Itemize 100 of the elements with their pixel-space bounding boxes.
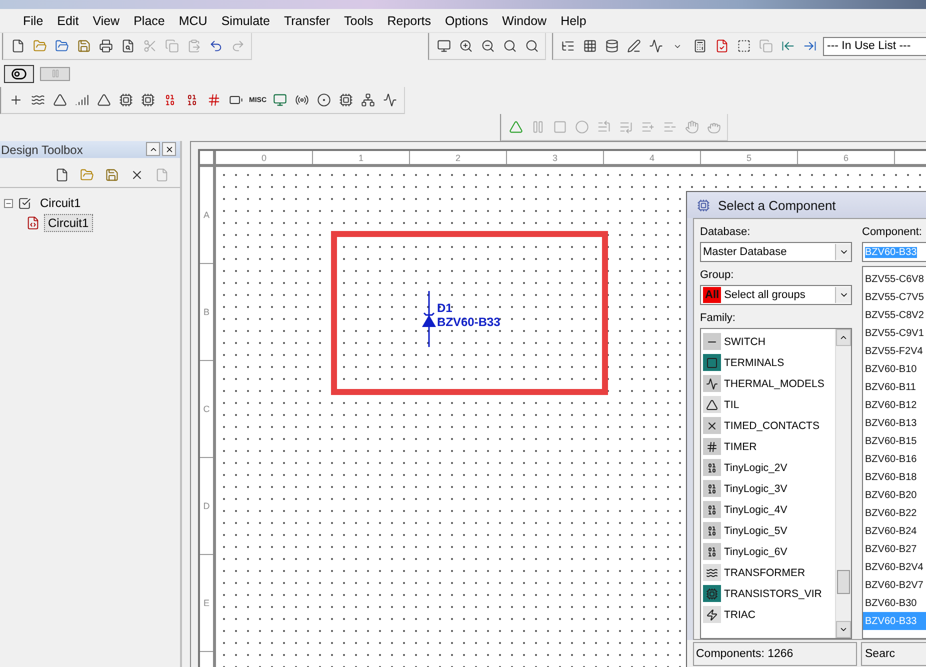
family-item[interactable]: TinyLogic_5V [724, 524, 788, 536]
open-folder-icon[interactable] [54, 39, 68, 53]
family-item[interactable]: TinyLogic_4V [724, 504, 788, 516]
menu-item[interactable]: View [86, 14, 127, 28]
component-item[interactable]: BZV60-B12 [863, 396, 926, 414]
tree-item[interactable]: Circuit1 [36, 194, 85, 212]
forward-arrow-icon[interactable] [802, 39, 816, 53]
component-item[interactable]: BZV55-C9V1 [863, 324, 926, 342]
schematic-icon[interactable] [26, 216, 40, 230]
component-item[interactable]: BZV55-C7V5 [863, 288, 926, 306]
family-item[interactable]: TIL [724, 398, 740, 410]
check-icon[interactable] [714, 39, 728, 53]
save-icon[interactable] [104, 168, 118, 182]
family-item[interactable]: TinyLogic_3V [724, 482, 788, 494]
menu-item[interactable]: Place [126, 14, 172, 28]
family-item[interactable]: TIMER [724, 440, 757, 452]
indicator-icon[interactable] [206, 93, 220, 107]
component-item[interactable]: BZV55-C8V2 [863, 306, 926, 324]
tree-icon[interactable] [560, 39, 574, 53]
cmos-icon[interactable] [140, 93, 154, 107]
scroll-thumb[interactable] [837, 570, 850, 594]
menu-item[interactable]: Transfer [276, 14, 338, 28]
close-button[interactable] [162, 142, 176, 156]
tree-item[interactable]: Circuit1 [44, 214, 93, 232]
component-item[interactable]: BZV55-C6V8 [863, 270, 926, 288]
component-item[interactable]: BZV60-B16 [863, 450, 926, 468]
zoom-in-icon[interactable] [458, 39, 472, 53]
undo-icon[interactable] [208, 39, 222, 53]
family-item[interactable]: TinyLogic_2V [724, 462, 788, 474]
ttl-icon[interactable] [118, 93, 132, 107]
menu-item[interactable]: Window [495, 14, 554, 28]
print-preview-icon[interactable] [120, 39, 134, 53]
family-item[interactable]: TinyLogic_6V [724, 546, 788, 558]
component-item[interactable]: BZV55-F2V4 [863, 342, 926, 360]
hierarchy-icon[interactable] [361, 93, 375, 107]
restore-button[interactable] [146, 142, 160, 156]
family-item[interactable]: TIMED_CONTACTS [724, 420, 820, 432]
dashed-square-icon[interactable] [736, 39, 750, 53]
open-folder-icon[interactable] [32, 39, 46, 53]
graph-icon[interactable] [648, 39, 662, 53]
ruler-label: C [200, 361, 213, 458]
component-item[interactable]: BZV60-B11 [863, 378, 926, 396]
new-file-icon[interactable] [10, 39, 24, 53]
save-icon[interactable] [76, 39, 90, 53]
zener-diode-symbol[interactable] [421, 291, 437, 347]
scrollbar[interactable] [835, 329, 851, 638]
zoom-fit-icon[interactable] [524, 39, 538, 53]
menu-item[interactable]: Options [438, 14, 496, 28]
component-item[interactable]: BZV60-B30 [863, 594, 926, 612]
grid-icon[interactable] [582, 39, 596, 53]
menu-item[interactable]: Simulate [214, 14, 277, 28]
in-use-list-dropdown[interactable]: --- In Use List --- [823, 36, 926, 56]
zoom-out-icon[interactable] [480, 39, 494, 53]
calculator-icon[interactable] [692, 39, 706, 53]
database-icon[interactable] [604, 39, 618, 53]
family-item[interactable]: TERMINALS [724, 356, 784, 368]
source-icon[interactable] [8, 93, 22, 107]
component-item[interactable]: BZV60-B22 [863, 504, 926, 522]
menu-item[interactable]: File [16, 14, 50, 28]
antenna-icon[interactable] [295, 93, 309, 107]
menu-item[interactable]: Reports [380, 14, 438, 28]
printer-icon[interactable] [98, 39, 112, 53]
group-dropdown[interactable]: All Select all groups [700, 285, 852, 305]
open-folder-icon[interactable] [80, 168, 94, 182]
checkbox-icon[interactable] [18, 196, 31, 210]
bus-icon[interactable] [383, 93, 397, 107]
pen-icon[interactable] [626, 39, 640, 53]
component-item[interactable]: BZV60-B2V4 [863, 558, 926, 576]
tree-expander[interactable] [4, 198, 13, 208]
run-icon[interactable] [508, 120, 522, 134]
peripheral-icon[interactable] [273, 93, 287, 107]
app-icon[interactable] [697, 198, 710, 212]
family-item[interactable]: TRANSFORMER [724, 566, 806, 578]
zoom-area-icon[interactable] [502, 39, 516, 53]
family-item[interactable]: TRANSISTORS_VIR [724, 588, 822, 600]
power-icon[interactable] [228, 93, 242, 107]
database-dropdown[interactable]: Master Database [700, 242, 852, 262]
component-item[interactable]: BZV60-B20 [863, 486, 926, 504]
family-item[interactable]: TRIAC [724, 608, 756, 620]
menu-item[interactable]: MCU [172, 14, 214, 28]
menu-item[interactable]: Edit [50, 14, 86, 28]
new-file-icon[interactable] [54, 168, 68, 182]
op-amp-icon[interactable] [96, 93, 110, 107]
component-item[interactable]: BZV60-B10 [863, 360, 926, 378]
component-item[interactable]: BZV60-B27 [863, 540, 926, 558]
search-button[interactable]: Searc [861, 642, 926, 666]
component-item[interactable]: BZV60-B2V7 [863, 576, 926, 594]
family-item[interactable]: THERMAL_MODELS [724, 378, 824, 390]
component-item[interactable]: BZV60-B15 [863, 432, 926, 450]
mcu-icon[interactable] [339, 93, 353, 107]
menu-item[interactable]: Help [554, 14, 594, 28]
component-item[interactable]: BZV60-B18 [863, 468, 926, 486]
switch-button[interactable] [4, 64, 34, 82]
component-item[interactable]: BZV60-B13 [863, 414, 926, 432]
back-arrow-icon[interactable] [780, 39, 794, 53]
diode-icon[interactable] [52, 93, 66, 107]
monitor-icon[interactable] [436, 39, 450, 53]
component-item[interactable]: BZV60-B24 [863, 522, 926, 540]
family-item[interactable]: SWITCH [724, 336, 766, 348]
menu-item[interactable]: Tools [337, 14, 380, 28]
